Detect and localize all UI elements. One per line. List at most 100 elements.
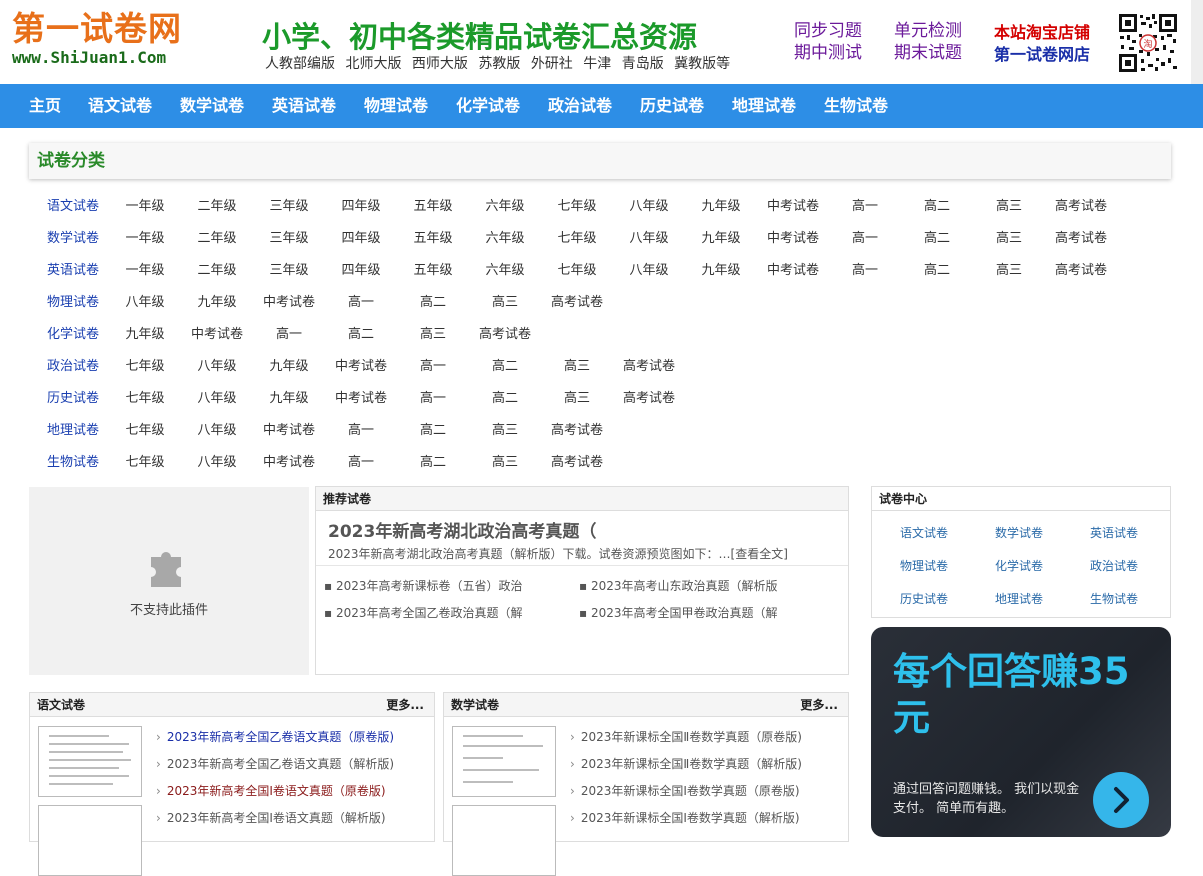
category-grade-link[interactable]: 七年级 — [109, 419, 181, 438]
category-grade-link[interactable]: 九年级 — [253, 355, 325, 374]
recommended-summary[interactable]: 2023年新高考湖北政治高考真题（解析版）下载。试卷资源预览图如下：…[查看全文… — [328, 545, 788, 562]
category-grade-link[interactable]: 六年级 — [469, 227, 541, 246]
category-grade-link[interactable]: 五年级 — [397, 227, 469, 246]
recommended-item[interactable]: ▪ 2023年高考新课标卷（五省）政治 — [324, 577, 523, 594]
category-grade-link[interactable]: 中考试卷 — [253, 451, 325, 470]
category-grade-link[interactable]: 三年级 — [253, 227, 325, 246]
category-grade-link[interactable]: 高考试卷 — [541, 419, 613, 438]
chinese-more-link[interactable]: 更多... — [386, 693, 424, 717]
category-grade-link[interactable]: 中考试卷 — [181, 323, 253, 342]
recommended-item[interactable]: ▪ 2023年高考山东政治真题（解析版 — [579, 577, 778, 594]
category-grade-link[interactable]: 高二 — [901, 259, 973, 278]
center-link-geography[interactable]: 地理试卷 — [995, 590, 1043, 607]
category-grade-link[interactable]: 高一 — [397, 355, 469, 374]
promo-ad[interactable]: 每个回答赚35元 通过回答问题赚钱。 我们以现金支付。 简单而有趣。 — [871, 627, 1171, 837]
category-grade-link[interactable]: 八年级 — [181, 451, 253, 470]
category-subject-link[interactable]: 政治试卷 — [37, 355, 109, 374]
category-grade-link[interactable]: 高三 — [541, 355, 613, 374]
list-item[interactable]: › 2023年新课标全国Ⅱ卷数学真题（原卷版) — [570, 728, 802, 745]
category-grade-link[interactable]: 高考试卷 — [1045, 259, 1117, 278]
category-grade-link[interactable]: 三年级 — [253, 195, 325, 214]
promo-go-button[interactable] — [1093, 772, 1149, 828]
category-grade-link[interactable]: 九年级 — [685, 259, 757, 278]
nav-biology[interactable]: 生物试卷 — [824, 84, 888, 128]
category-grade-link[interactable]: 八年级 — [181, 419, 253, 438]
link-final-exam[interactable]: 期末试题 — [894, 42, 962, 64]
list-item[interactable]: › 2023年新高考全国乙卷语文真题（解析版) — [156, 755, 394, 772]
category-grade-link[interactable]: 高三 — [397, 323, 469, 342]
category-grade-link[interactable]: 七年级 — [541, 195, 613, 214]
category-grade-link[interactable]: 高考试卷 — [469, 323, 541, 342]
category-grade-link[interactable]: 中考试卷 — [253, 291, 325, 310]
category-grade-link[interactable]: 高一 — [253, 323, 325, 342]
category-grade-link[interactable]: 七年级 — [109, 451, 181, 470]
center-link-physics[interactable]: 物理试卷 — [900, 557, 948, 574]
category-grade-link[interactable]: 四年级 — [325, 259, 397, 278]
category-grade-link[interactable]: 七年级 — [109, 355, 181, 374]
category-grade-link[interactable]: 五年级 — [397, 259, 469, 278]
category-grade-link[interactable]: 中考试卷 — [757, 227, 829, 246]
category-grade-link[interactable]: 中考试卷 — [325, 387, 397, 406]
category-grade-link[interactable]: 五年级 — [397, 195, 469, 214]
category-grade-link[interactable]: 高三 — [469, 291, 541, 310]
category-grade-link[interactable]: 高二 — [397, 291, 469, 310]
list-item[interactable]: › 2023年新课标全国Ⅱ卷数学真题（解析版) — [570, 755, 802, 772]
category-grade-link[interactable]: 九年级 — [253, 387, 325, 406]
category-subject-link[interactable]: 地理试卷 — [37, 419, 109, 438]
category-grade-link[interactable]: 高三 — [973, 195, 1045, 214]
center-link-chemistry[interactable]: 化学试卷 — [995, 557, 1043, 574]
category-grade-link[interactable]: 八年级 — [181, 387, 253, 406]
category-grade-link[interactable]: 八年级 — [613, 227, 685, 246]
category-grade-link[interactable]: 八年级 — [181, 355, 253, 374]
category-grade-link[interactable]: 中考试卷 — [253, 419, 325, 438]
category-grade-link[interactable]: 一年级 — [109, 195, 181, 214]
category-grade-link[interactable]: 高一 — [325, 419, 397, 438]
category-grade-link[interactable]: 高二 — [469, 387, 541, 406]
taobao-shop-link[interactable]: 本站淘宝店铺 第一试卷网店 — [994, 22, 1090, 66]
category-grade-link[interactable]: 中考试卷 — [757, 259, 829, 278]
exam-thumbnail[interactable] — [38, 805, 142, 876]
center-link-history[interactable]: 历史试卷 — [900, 590, 948, 607]
category-grade-link[interactable]: 高一 — [829, 259, 901, 278]
category-grade-link[interactable]: 高考试卷 — [541, 291, 613, 310]
category-grade-link[interactable]: 高二 — [469, 355, 541, 374]
category-grade-link[interactable]: 八年级 — [613, 195, 685, 214]
nav-geography[interactable]: 地理试卷 — [732, 84, 796, 128]
category-grade-link[interactable]: 中考试卷 — [325, 355, 397, 374]
category-grade-link[interactable]: 高三 — [469, 451, 541, 470]
category-grade-link[interactable]: 高一 — [397, 387, 469, 406]
category-grade-link[interactable]: 七年级 — [541, 259, 613, 278]
category-subject-link[interactable]: 英语试卷 — [37, 259, 109, 278]
nav-chemistry[interactable]: 化学试卷 — [456, 84, 520, 128]
category-grade-link[interactable]: 七年级 — [109, 387, 181, 406]
category-grade-link[interactable]: 中考试卷 — [757, 195, 829, 214]
category-grade-link[interactable]: 高考试卷 — [541, 451, 613, 470]
category-grade-link[interactable]: 一年级 — [109, 259, 181, 278]
nav-physics[interactable]: 物理试卷 — [364, 84, 428, 128]
category-grade-link[interactable]: 高二 — [325, 323, 397, 342]
category-grade-link[interactable]: 三年级 — [253, 259, 325, 278]
list-item[interactable]: › 2023年新课标全国Ⅰ卷数学真题（原卷版) — [570, 782, 800, 799]
category-grade-link[interactable]: 高一 — [829, 227, 901, 246]
category-subject-link[interactable]: 历史试卷 — [37, 387, 109, 406]
nav-chinese[interactable]: 语文试卷 — [88, 84, 152, 128]
category-grade-link[interactable]: 高三 — [973, 227, 1045, 246]
nav-politics[interactable]: 政治试卷 — [548, 84, 612, 128]
category-grade-link[interactable]: 七年级 — [541, 227, 613, 246]
category-grade-link[interactable]: 高二 — [901, 195, 973, 214]
exam-thumbnail[interactable] — [452, 726, 556, 797]
list-item[interactable]: › 2023年新高考全国Ⅰ卷语文真题（解析版) — [156, 809, 386, 826]
category-grade-link[interactable]: 高三 — [541, 387, 613, 406]
category-grade-link[interactable]: 高一 — [829, 195, 901, 214]
category-subject-link[interactable]: 物理试卷 — [37, 291, 109, 310]
category-grade-link[interactable]: 高一 — [325, 451, 397, 470]
category-grade-link[interactable]: 八年级 — [109, 291, 181, 310]
category-grade-link[interactable]: 九年级 — [685, 227, 757, 246]
link-sync-exercises[interactable]: 同步习题 — [794, 20, 862, 42]
category-grade-link[interactable]: 高三 — [973, 259, 1045, 278]
exam-thumbnail[interactable] — [38, 726, 142, 797]
center-link-biology[interactable]: 生物试卷 — [1090, 590, 1138, 607]
list-item[interactable]: › 2023年新高考全国乙卷语文真题（原卷版) — [156, 728, 394, 745]
center-link-english[interactable]: 英语试卷 — [1090, 524, 1138, 541]
link-midterm[interactable]: 期中测试 — [794, 42, 862, 64]
